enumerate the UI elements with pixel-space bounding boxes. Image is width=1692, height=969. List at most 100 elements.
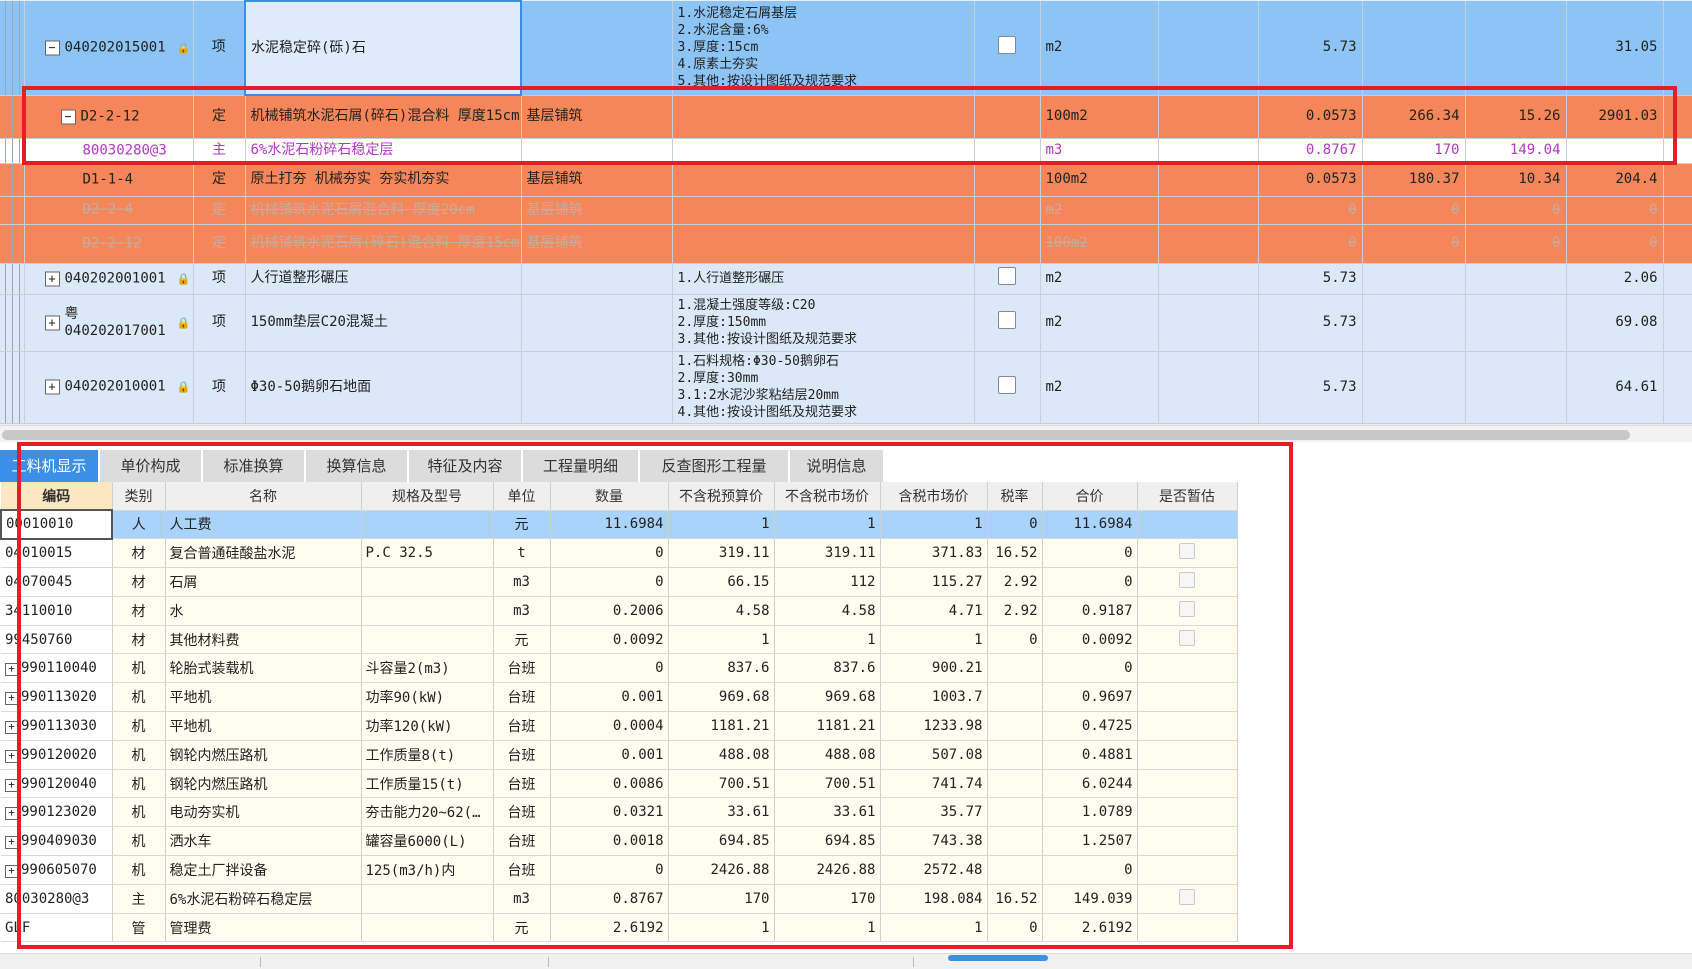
resource-row[interactable]: +990120040 机 钢轮内燃压路机 工作质量15(t) 台班 0.0086 700.5… bbox=[1, 769, 1238, 799]
item-row[interactable]: D1-1-4 定原土打夯 机械夯实 夯实机夯实 基层铺筑 100m2 0.0573 180… bbox=[0, 163, 1692, 197]
column-header[interactable]: 数量 bbox=[550, 482, 669, 511]
column-header[interactable]: 税率 bbox=[987, 482, 1043, 511]
expand-icon[interactable]: + bbox=[5, 663, 18, 677]
scrollbar-thumb[interactable] bbox=[2, 430, 1630, 440]
resource-estimate[interactable] bbox=[1137, 538, 1238, 569]
resource-market[interactable]: 694.85 bbox=[774, 826, 881, 857]
tab-6[interactable]: 反查图形工程量 bbox=[640, 450, 790, 482]
item-checkbox[interactable] bbox=[998, 311, 1016, 329]
resource-row[interactable]: 04070045 材 石屑 m3 0 66.15 112 115.27 2.92 0 bbox=[1, 567, 1238, 597]
resource-qty[interactable]: 0.8767 bbox=[550, 884, 669, 914]
resource-qty[interactable]: 0.0092 bbox=[550, 625, 669, 655]
collapse-icon[interactable]: − bbox=[44, 40, 60, 56]
tab-2[interactable]: 标准换算 bbox=[203, 450, 306, 482]
item-checkbox[interactable] bbox=[998, 36, 1016, 55]
column-header[interactable]: 不含税市场价 bbox=[774, 482, 881, 511]
collapse-icon[interactable]: − bbox=[60, 109, 76, 124]
estimate-checkbox[interactable] bbox=[1179, 543, 1195, 560]
resource-code[interactable]: +990113020 bbox=[1, 682, 113, 713]
item-row[interactable]: + 粤 040202017001 🔒 项 150mm垫层C20混凝土 1.混凝土强度等级:… bbox=[0, 294, 1692, 352]
item-name[interactable]: 原土打夯 机械夯实 夯实机夯实 bbox=[245, 163, 522, 197]
expand-icon[interactable]: + bbox=[5, 720, 18, 734]
resource-row[interactable]: 00010010 人 人工费 元 11.6984 1 1 1 0 11.6984 bbox=[0, 509, 1238, 540]
tab-1[interactable]: 单价构成 bbox=[100, 450, 203, 482]
resource-market[interactable]: 969.68 bbox=[774, 682, 881, 713]
item-name[interactable]: 机械铺筑水泥石屑(碎石)混合料 厚度15cm bbox=[245, 95, 522, 139]
tab-3[interactable]: 换算信息 bbox=[306, 450, 409, 482]
resource-estimate[interactable] bbox=[1137, 797, 1238, 828]
column-header[interactable]: 编码 bbox=[1, 482, 113, 511]
resource-row[interactable]: 99450760 材 其他材料费 元 0.0092 1 1 1 0 0.0092 bbox=[1, 625, 1238, 655]
resource-qty[interactable]: 0 bbox=[550, 538, 669, 569]
column-header[interactable]: 类别 bbox=[112, 482, 166, 511]
resource-row[interactable]: GLF 管 管理费 元 2.6192 1 1 1 0 2.6192 bbox=[1, 913, 1238, 943]
resource-row[interactable]: 34110010 材 水 m3 0.2006 4.58 4.58 4.71 2.92 0.9187 bbox=[1, 596, 1238, 626]
resource-estimate[interactable] bbox=[1137, 625, 1238, 655]
item-name[interactable]: 机械铺筑水泥石屑混合料 厚度20cm bbox=[245, 196, 522, 225]
resource-code[interactable]: 00010010 bbox=[0, 509, 113, 540]
item-row[interactable]: 80030280@3 主 6%水泥石粉碎石稳定层 m3 0.8767 170 149.04 bbox=[0, 138, 1692, 164]
estimate-checkbox[interactable] bbox=[1179, 571, 1195, 588]
resource-estimate[interactable] bbox=[1137, 711, 1238, 741]
column-header[interactable]: 合价 bbox=[1042, 482, 1138, 511]
horizontal-scrollbar[interactable] bbox=[0, 425, 1692, 442]
item-name[interactable]: 6%水泥石粉碎石稳定层 bbox=[245, 138, 522, 164]
estimate-checkbox[interactable] bbox=[1179, 888, 1195, 905]
column-header[interactable]: 不含税预算价 bbox=[668, 482, 775, 511]
item-checkbox[interactable] bbox=[998, 375, 1016, 394]
resource-market[interactable]: 1181.21 bbox=[774, 711, 881, 741]
resource-code[interactable]: +990123020 bbox=[1, 797, 113, 828]
resource-estimate[interactable] bbox=[1137, 769, 1238, 799]
resource-qty[interactable]: 2.6192 bbox=[550, 913, 669, 943]
resource-market[interactable]: 1 bbox=[774, 510, 881, 540]
expand-icon[interactable]: + bbox=[44, 379, 60, 395]
resource-qty[interactable]: 0 bbox=[550, 567, 669, 597]
resource-row[interactable]: +990123020 机 电动夯实机 夯击能力20~62(… 台班 0.0321 33.61… bbox=[1, 797, 1238, 828]
resource-row[interactable]: +990120020 机 钢轮内燃压路机 工作质量8(t) 台班 0.001 488.08 4… bbox=[1, 740, 1238, 770]
resource-estimate[interactable] bbox=[1137, 682, 1238, 713]
item-tree-grid[interactable]: −040202015001 🔒 项水泥稳定碎(砾)石 1.水泥稳定石屑基层 2.水泥含量… bbox=[0, 0, 1692, 425]
resource-code[interactable]: GLF bbox=[1, 913, 113, 943]
item-row[interactable]: − D2-2-12 定机械铺筑水泥石屑(碎石)混合料 厚度15cm 基层铺筑 100m2… bbox=[0, 95, 1692, 139]
resource-market[interactable]: 488.08 bbox=[774, 740, 881, 770]
resource-qty[interactable]: 0.0018 bbox=[550, 826, 669, 857]
item-row[interactable]: +040202001001 🔒 项人行道整形碾压 1.人行道整形碾压 m2 5.73 2.0… bbox=[0, 263, 1692, 295]
item-row[interactable]: D2-2-12 定机械铺筑水泥石屑(碎石)混合料 厚度15cm 基层铺筑 100m2 0… bbox=[0, 224, 1692, 264]
resource-estimate[interactable] bbox=[1137, 653, 1238, 684]
resource-qty[interactable]: 11.6984 bbox=[550, 510, 669, 540]
resource-row[interactable]: +990113020 机 平地机 功率90(kW) 台班 0.001 969.68 969.6… bbox=[1, 682, 1238, 713]
tab-0[interactable]: 工料机显示 bbox=[0, 450, 100, 482]
resource-code[interactable]: 99450760 bbox=[1, 625, 113, 655]
resource-row[interactable]: +990409030 机 洒水车 罐容量6000(L) 台班 0.0018 694.85 69… bbox=[1, 826, 1238, 857]
resource-code[interactable]: +990605070 bbox=[1, 855, 113, 885]
expand-icon[interactable]: + bbox=[44, 315, 60, 330]
column-header[interactable]: 名称 bbox=[165, 482, 362, 511]
expand-icon[interactable]: + bbox=[44, 271, 60, 286]
column-header[interactable]: 含税市场价 bbox=[880, 482, 988, 511]
item-name[interactable]: 水泥稳定碎(砾)石 bbox=[244, 0, 522, 96]
tab-5[interactable]: 工程量明细 bbox=[523, 450, 640, 482]
resource-qty[interactable]: 0.001 bbox=[550, 740, 669, 770]
resource-row[interactable]: +990605070 机 稳定土厂拌设备 125(m3/h)内 台班 0 2426.88 24… bbox=[1, 855, 1238, 885]
item-name[interactable]: Φ30-50鹅卵石地面 bbox=[245, 351, 522, 424]
resource-estimate[interactable] bbox=[1137, 740, 1238, 770]
item-row[interactable]: +040202010001 🔒 项 Φ30-50鹅卵石地面 1.石料规格:Φ30-50鹅… bbox=[0, 351, 1692, 424]
column-header[interactable]: 单位 bbox=[493, 482, 551, 511]
resource-code[interactable]: 34110010 bbox=[1, 596, 113, 626]
item-checkbox[interactable] bbox=[998, 267, 1016, 285]
expand-icon[interactable]: + bbox=[5, 778, 18, 792]
expand-icon[interactable]: + bbox=[5, 749, 18, 763]
resource-market[interactable]: 319.11 bbox=[774, 538, 881, 569]
resource-qty[interactable]: 0.2006 bbox=[550, 596, 669, 626]
resource-market[interactable]: 4.58 bbox=[774, 596, 881, 626]
item-name[interactable]: 机械铺筑水泥石屑(碎石)混合料 厚度15cm bbox=[245, 224, 522, 264]
resource-code[interactable]: 04070045 bbox=[1, 567, 113, 597]
item-name[interactable]: 人行道整形碾压 bbox=[245, 263, 522, 295]
resource-code[interactable]: +990120040 bbox=[1, 769, 113, 799]
resource-code[interactable]: 80030280@3 bbox=[1, 884, 113, 914]
expand-icon[interactable]: + bbox=[5, 836, 18, 850]
resource-qty[interactable]: 0 bbox=[550, 855, 669, 885]
resource-estimate[interactable] bbox=[1137, 855, 1238, 885]
resource-row[interactable]: +990113030 机 平地机 功率120(kW) 台班 0.0004 1181.21 11… bbox=[1, 711, 1238, 741]
resource-estimate[interactable] bbox=[1137, 596, 1238, 626]
